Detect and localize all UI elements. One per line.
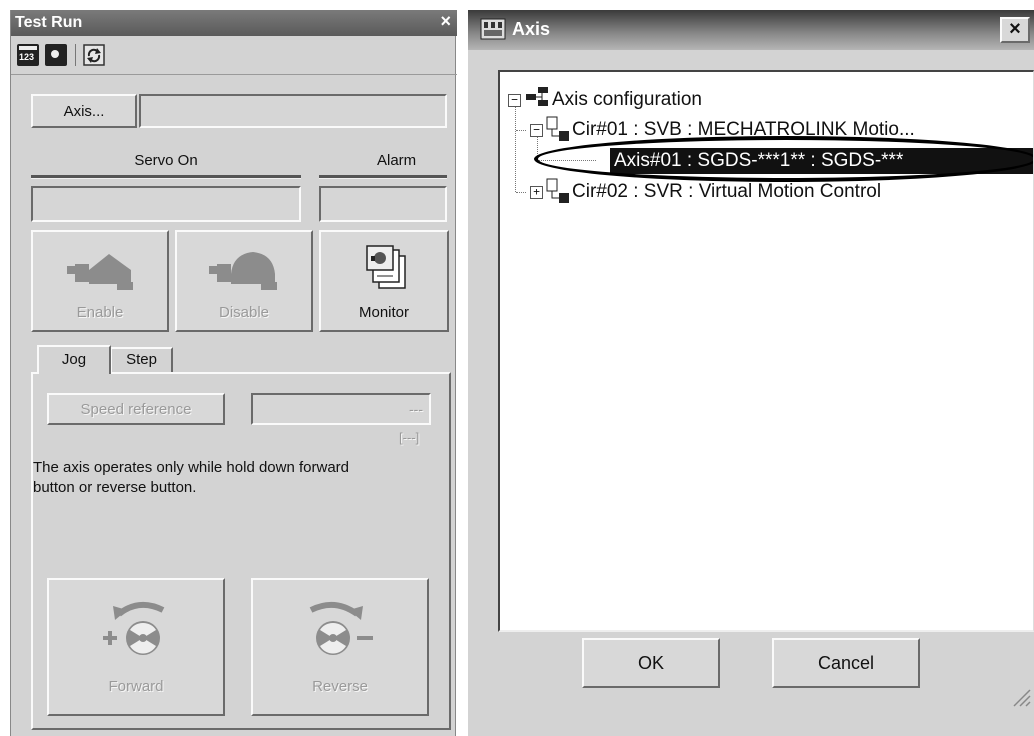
refresh-icon[interactable]	[83, 44, 105, 66]
tree-connector	[515, 100, 516, 192]
forward-icon	[103, 601, 165, 655]
expand-icon[interactable]: +	[530, 186, 543, 199]
cancel-button[interactable]: Cancel	[772, 638, 920, 688]
tree-item-axis-configuration[interactable]: Axis configuration	[552, 88, 702, 112]
collapse-icon[interactable]: −	[530, 124, 543, 137]
tree-connector	[516, 130, 526, 131]
alarm-divider	[319, 175, 447, 179]
servo-enable-icon	[67, 254, 133, 290]
speed-value-field: ---	[251, 393, 431, 425]
highlight-ellipse	[534, 136, 1033, 182]
close-icon[interactable]: ×	[1000, 17, 1030, 43]
close-icon[interactable]: ×	[440, 11, 451, 32]
tree-connector	[516, 192, 526, 193]
servo-on-label: Servo On	[134, 152, 198, 169]
tab-step[interactable]: Step	[111, 347, 173, 372]
axis-button[interactable]: Axis...	[31, 94, 137, 128]
numeric-display-icon[interactable]: 123	[17, 44, 39, 66]
jog-info-text: The axis operates only while hold down f…	[33, 459, 350, 496]
axis-configuration-icon	[526, 87, 548, 106]
circuit-icon	[546, 116, 569, 141]
forward-button[interactable]: Forward	[47, 578, 225, 716]
axis-dialog-titlebar: Axis ×	[468, 10, 1034, 50]
axis-tree-view[interactable]: − Axis configuration − Cir#01 : SVB : ME…	[498, 70, 1034, 632]
speed-unit-label: [---]	[399, 430, 420, 445]
test-run-titlebar: Test Run ×	[11, 10, 457, 36]
tab-jog[interactable]: Jog	[37, 345, 111, 374]
test-run-title: Test Run	[15, 14, 83, 31]
alarm-status-field	[319, 186, 447, 222]
axis-dialog-title: Axis	[512, 19, 551, 39]
record-icon[interactable]	[45, 44, 67, 66]
servo-disable-icon	[209, 252, 277, 290]
toolbar-divider	[11, 74, 457, 75]
speed-reference-button[interactable]: Speed reference	[47, 393, 225, 425]
servo-on-status-field	[31, 186, 301, 222]
test-run-window: Test Run × 123 Axis... Servo On Alarm En…	[10, 10, 457, 736]
toolbar-separator	[75, 44, 76, 66]
ok-button[interactable]: OK	[582, 638, 720, 688]
servo-on-divider	[31, 175, 301, 179]
disable-button[interactable]: Disable	[175, 230, 313, 332]
resize-grip-icon[interactable]	[1010, 686, 1032, 708]
monitor-icon	[366, 245, 406, 289]
enable-button[interactable]: Enable	[31, 230, 169, 332]
alarm-label: Alarm	[377, 152, 417, 169]
tree-item-cir02[interactable]: Cir#02 : SVR : Virtual Motion Control	[572, 180, 881, 204]
reverse-icon	[309, 601, 373, 655]
circuit-icon	[546, 178, 569, 203]
axis-dialog: Axis × − Axis configuration − Cir#01 : S…	[468, 10, 1034, 736]
axis-app-icon	[480, 18, 506, 40]
collapse-icon[interactable]: −	[508, 94, 521, 107]
axis-value-field	[139, 94, 447, 128]
monitor-button[interactable]: Monitor	[319, 230, 449, 332]
reverse-button[interactable]: Reverse	[251, 578, 429, 716]
